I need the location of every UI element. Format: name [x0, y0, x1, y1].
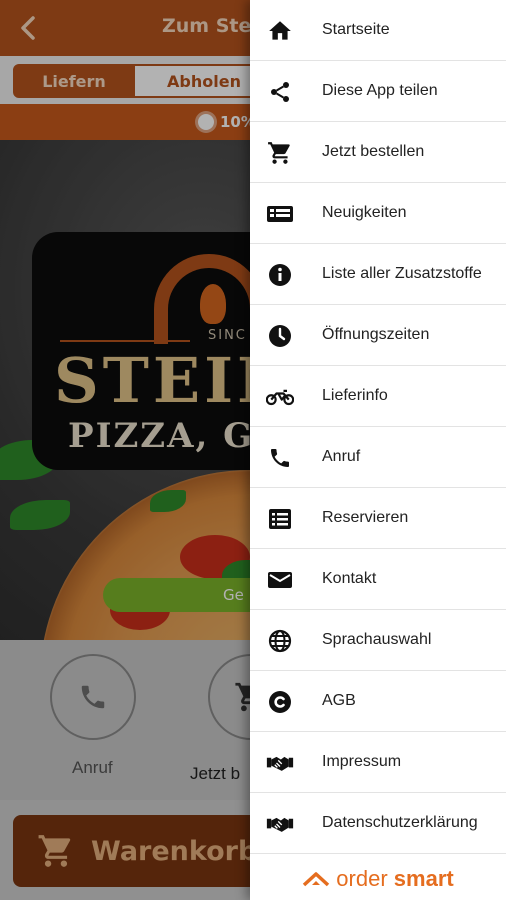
menu-item-jetzt-bestellen[interactable]: Jetzt bestellen: [250, 122, 506, 183]
news-icon: [266, 201, 294, 227]
clock-icon: [266, 323, 294, 349]
menu-item-offnungszeiten[interactable]: Öffnungszeiten: [250, 305, 506, 366]
navigation-drawer: Startseite Diese App teilen Jetzt bestelle…: [250, 0, 506, 900]
menu-item-label: AGB: [322, 692, 356, 709]
menu-item-label: Datenschutzerklärung: [322, 814, 478, 831]
ordersmart-logo-icon: [303, 871, 330, 886]
menu-item-label: Reservieren: [322, 509, 409, 526]
menu-item-label: Impressum: [322, 753, 402, 770]
handshake-icon: [266, 811, 294, 837]
menu-item-datenschutzerklarung[interactable]: Datenschutzerklärung: [250, 793, 506, 854]
menu-item-label: Öffnungszeiten: [322, 326, 430, 343]
menu-item-label: Anruf: [322, 448, 361, 465]
menu-item-startseite[interactable]: Startseite: [250, 0, 506, 61]
menu-item-label: Neuigkeiten: [322, 204, 407, 221]
menu-item-kontakt[interactable]: Kontakt: [250, 549, 506, 610]
menu-item-liste-aller-zusatzstoffe[interactable]: Liste aller Zusatzstoffe: [250, 244, 506, 305]
menu-item-impressum[interactable]: Impressum: [250, 732, 506, 793]
info-icon: [266, 262, 294, 288]
globe-icon: [266, 628, 294, 654]
share-icon: [266, 79, 294, 105]
brand-name: order smart: [336, 865, 454, 891]
menu-item-neuigkeiten[interactable]: Neuigkeiten: [250, 183, 506, 244]
menu-item-reservieren[interactable]: Reservieren: [250, 488, 506, 549]
menu-item-diese-app-teilen[interactable]: Diese App teilen: [250, 61, 506, 122]
menu-item-anruf[interactable]: Anruf: [250, 427, 506, 488]
menu-item-sprachauswahl[interactable]: Sprachauswahl: [250, 610, 506, 671]
phone-icon: [266, 445, 294, 471]
motorbike-icon: [266, 384, 294, 410]
menu-item-label: Sprachauswahl: [322, 631, 432, 648]
reservation-list-icon: [266, 506, 294, 532]
menu-item-label: Startseite: [322, 21, 390, 38]
cart-icon: [266, 140, 294, 166]
menu-item-label: Jetzt bestellen: [322, 143, 425, 160]
menu-item-label: Liste aller Zusatzstoffe: [322, 265, 482, 282]
drawer-footer: order smart: [250, 857, 506, 900]
handshake-icon: [266, 750, 294, 776]
menu-item-label: Lieferinfo: [322, 387, 388, 404]
menu-item-agb[interactable]: AGB: [250, 671, 506, 732]
drawer-menu: Startseite Diese App teilen Jetzt bestelle…: [250, 0, 506, 854]
menu-item-label: Kontakt: [322, 570, 377, 587]
home-icon: [266, 18, 294, 44]
menu-item-label: Diese App teilen: [322, 82, 438, 99]
copyright-icon: [266, 689, 294, 715]
mail-icon: [266, 567, 294, 593]
menu-item-lieferinfo[interactable]: Lieferinfo: [250, 366, 506, 427]
